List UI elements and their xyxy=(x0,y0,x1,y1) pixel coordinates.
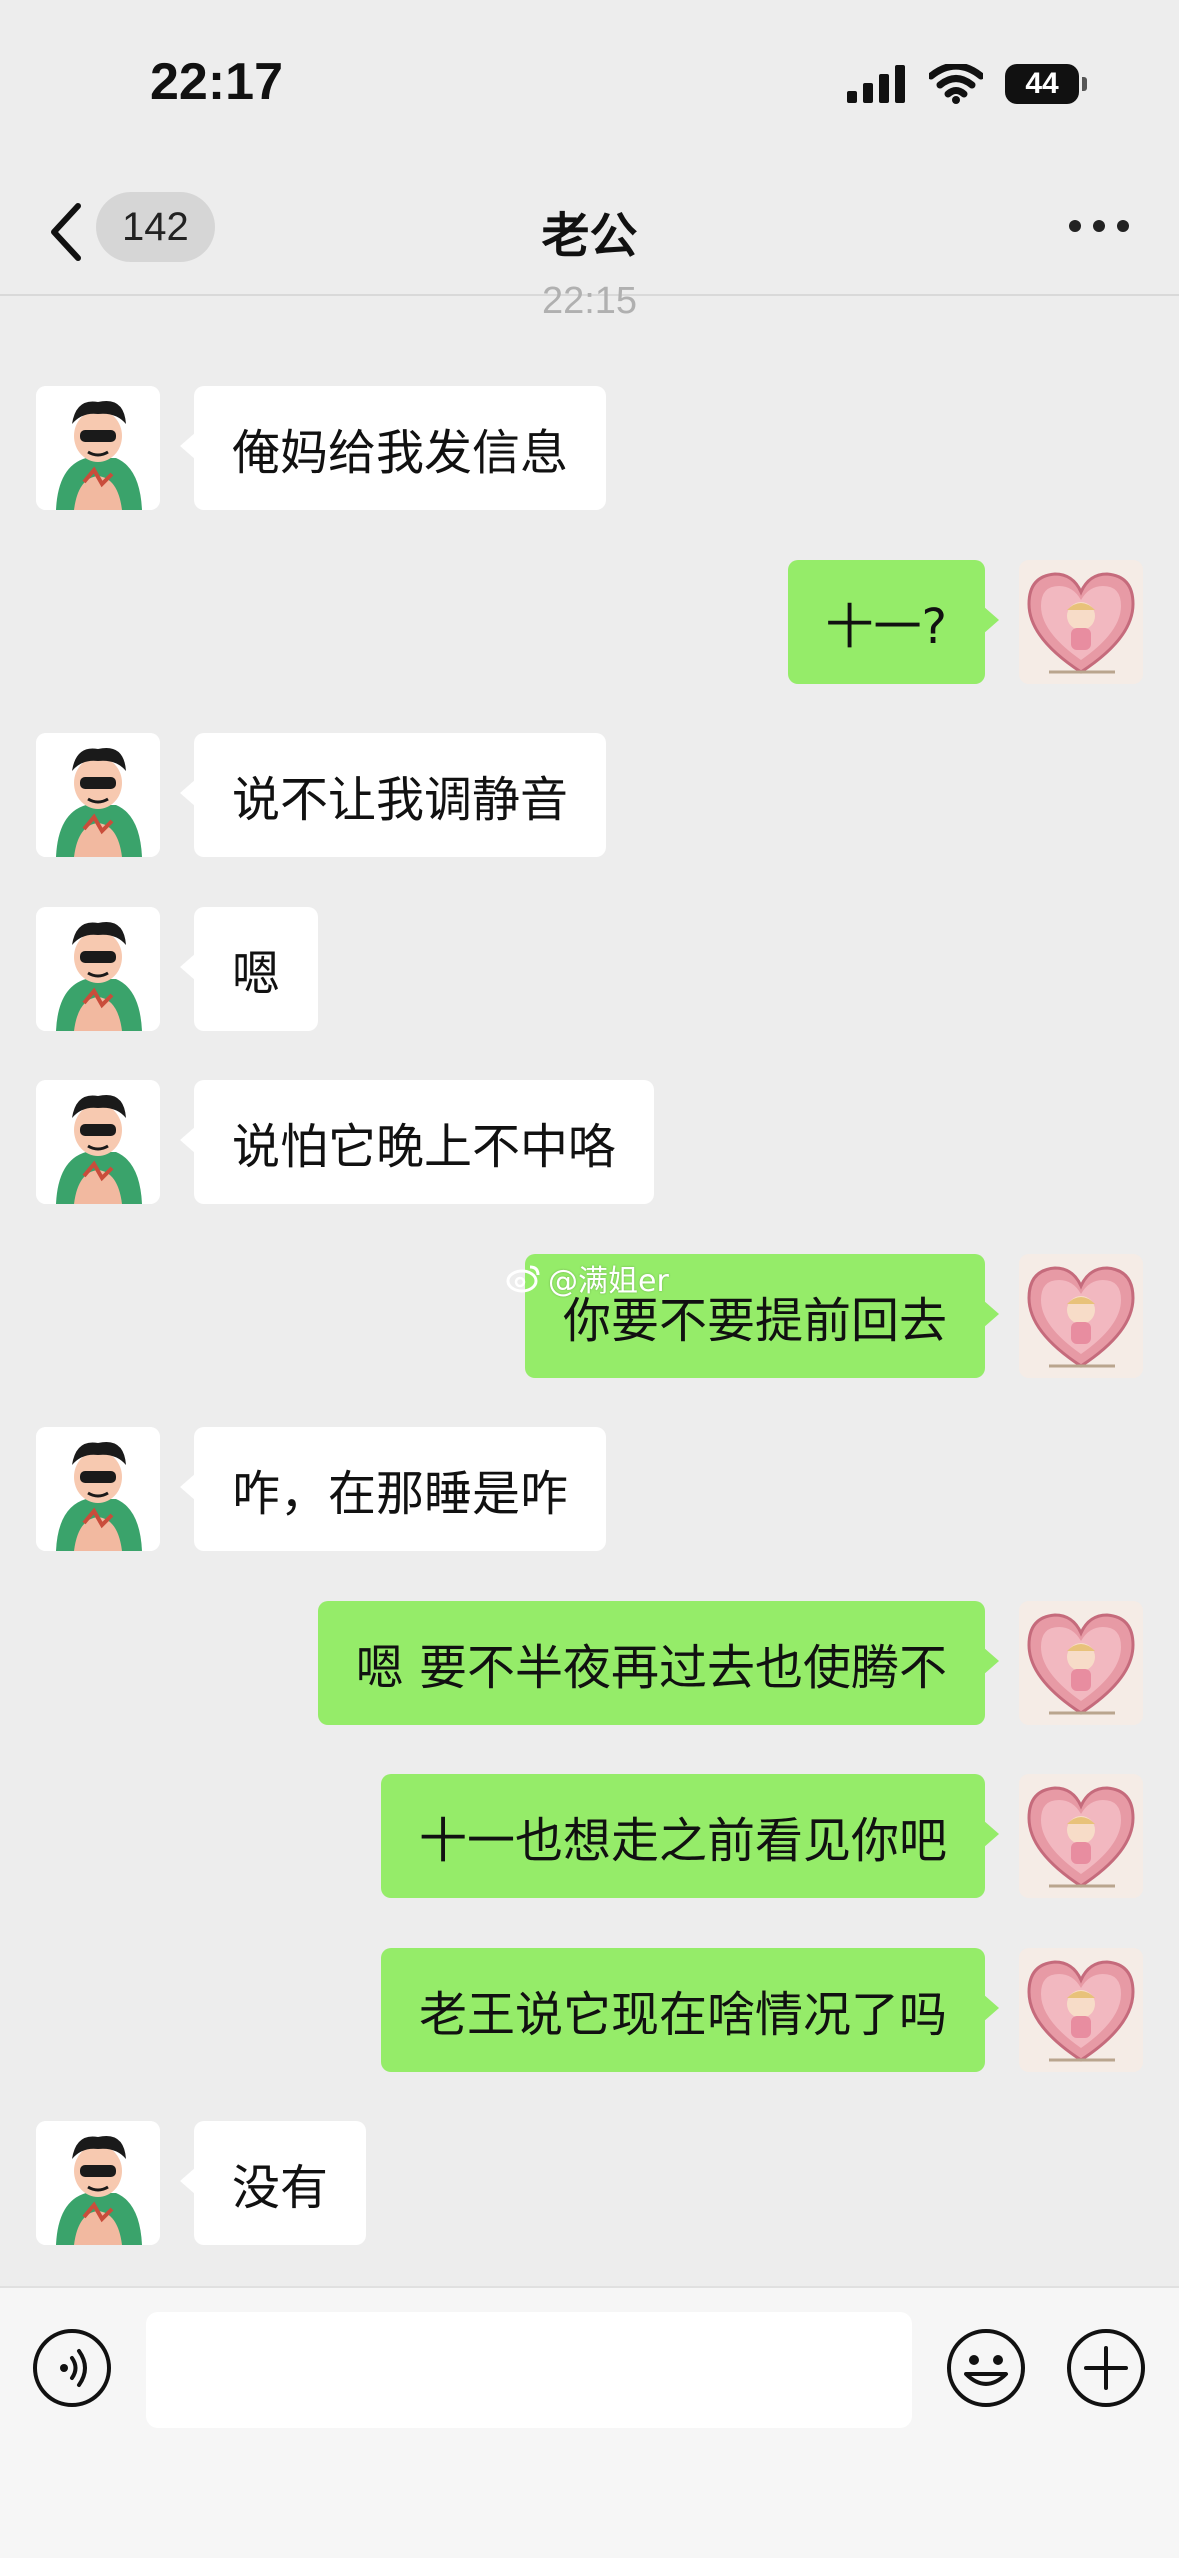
cellular-signal-icon xyxy=(847,65,905,103)
more-functions-plus-icon[interactable] xyxy=(1066,2328,1146,2408)
message-bubble[interactable]: 没有 xyxy=(179,2121,367,2245)
incoming-message: 咋，在那睡是咋 xyxy=(0,1427,1179,1551)
my-avatar[interactable] xyxy=(1019,1254,1143,1378)
my-avatar[interactable] xyxy=(1019,1774,1143,1898)
outgoing-message: 老王说它现在啥情况了吗 xyxy=(0,1948,1179,2072)
message-bubble[interactable]: 嗯 xyxy=(179,907,319,1031)
watermark-text: @满姐er xyxy=(548,1264,669,1299)
incoming-message: 说不让我调静音 xyxy=(0,733,1179,857)
voice-input-icon[interactable] xyxy=(32,2328,112,2408)
status-icons: 44 xyxy=(847,64,1087,104)
message-bubble[interactable]: 老王说它现在啥情况了吗 xyxy=(380,1948,1000,2072)
outgoing-message: 十一也想走之前看见你吧 xyxy=(0,1774,1179,1898)
input-bar xyxy=(0,2286,1179,2558)
chat-title: 老公 xyxy=(541,208,638,264)
message-timestamp: 22:15 xyxy=(541,280,638,322)
battery-indicator: 44 xyxy=(1005,64,1087,104)
message-bubble[interactable]: 俺妈给我发信息 xyxy=(179,386,607,510)
my-avatar[interactable] xyxy=(1019,1601,1143,1725)
contact-avatar[interactable] xyxy=(36,2121,160,2245)
contact-avatar[interactable] xyxy=(36,386,160,510)
status-bar: 22:17 44 xyxy=(0,0,1179,170)
status-time: 22:17 xyxy=(150,53,283,111)
incoming-message: 俺妈给我发信息 xyxy=(0,386,1179,510)
incoming-message: 没有 xyxy=(0,2121,1179,2245)
my-avatar[interactable] xyxy=(1019,1948,1143,2072)
message-bubble[interactable]: 说不让我调静音 xyxy=(179,733,607,857)
weibo-icon xyxy=(506,1265,540,1293)
outgoing-message: 嗯 要不半夜再过去也使腾不 xyxy=(0,1601,1179,1725)
incoming-message: 说怕它晚上不中咯 xyxy=(0,1080,1179,1204)
contact-avatar[interactable] xyxy=(36,1427,160,1551)
contact-avatar[interactable] xyxy=(36,1080,160,1204)
contact-avatar[interactable] xyxy=(36,907,160,1031)
message-bubble[interactable]: 嗯 要不半夜再过去也使腾不 xyxy=(317,1601,1000,1725)
message-bubble[interactable]: 十一? xyxy=(787,560,1000,684)
incoming-message: 嗯 xyxy=(0,907,1179,1031)
message-bubble[interactable]: 十一也想走之前看见你吧 xyxy=(380,1774,1000,1898)
wifi-icon xyxy=(929,64,983,104)
emoji-icon[interactable] xyxy=(946,2328,1026,2408)
message-bubble[interactable]: 咋，在那睡是咋 xyxy=(179,1427,607,1551)
message-bubble[interactable]: 说怕它晚上不中咯 xyxy=(179,1080,655,1204)
more-options-icon[interactable] xyxy=(1069,220,1129,232)
my-avatar[interactable] xyxy=(1019,560,1143,684)
chat-nav-bar: 142 老公 xyxy=(0,170,1179,296)
weibo-watermark: @满姐er xyxy=(506,1256,669,1300)
message-input[interactable] xyxy=(146,2312,912,2428)
contact-avatar[interactable] xyxy=(36,733,160,857)
outgoing-message: 十一? xyxy=(0,560,1179,684)
